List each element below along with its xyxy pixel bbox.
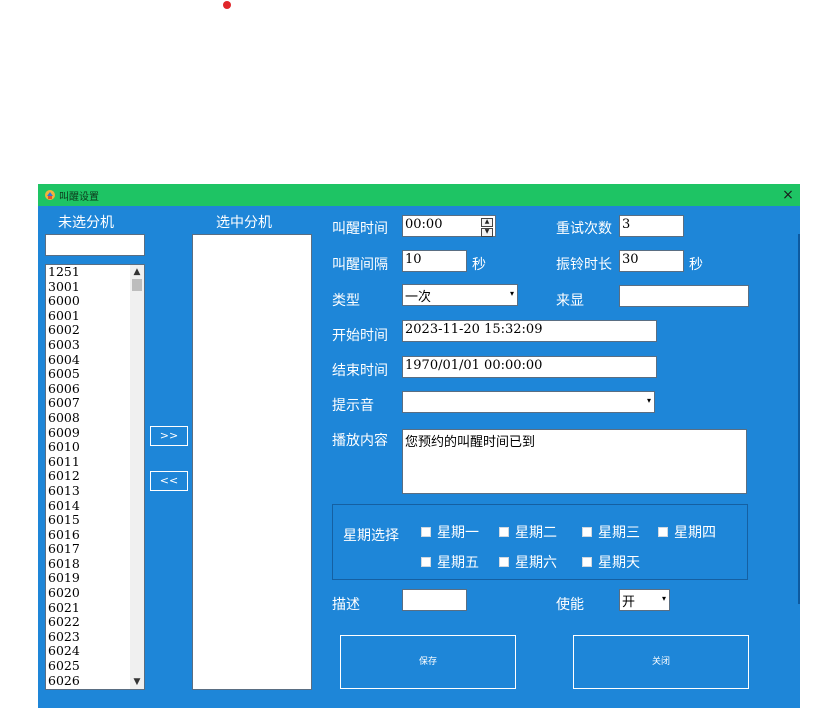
- type-select[interactable]: 一次 ▾: [402, 284, 518, 306]
- scroll-down-icon[interactable]: ▼: [130, 675, 144, 689]
- ring-duration-input[interactable]: 30: [619, 250, 684, 272]
- scroll-up-icon[interactable]: ▲: [130, 265, 144, 279]
- weekday-group: 星期选择 星期一 星期二 星期三 星期四 星期五 星期六 星期天: [332, 504, 748, 580]
- app-icon: [45, 190, 55, 200]
- wake-up-settings-window: 叫醒设置 × 未选分机 选中分机 1251 3001 6000 6001 6002 600…: [38, 184, 800, 708]
- weekday-checkbox-fri[interactable]: 星期五: [421, 552, 479, 572]
- list-item[interactable]: 1251: [48, 265, 80, 280]
- list-item[interactable]: 6009: [48, 425, 80, 441]
- list-item[interactable]: 6004: [48, 352, 80, 368]
- list-item[interactable]: 6018: [48, 556, 80, 572]
- list-item[interactable]: 6000: [48, 294, 80, 309]
- chevron-down-icon[interactable]: ▾: [662, 594, 666, 603]
- red-dot-marker: [223, 1, 231, 9]
- close-button[interactable]: 关闭: [573, 635, 749, 689]
- caller-id-input[interactable]: [619, 285, 749, 307]
- prompt-tone-select[interactable]: ▾: [402, 391, 655, 413]
- list-item[interactable]: 6024: [48, 644, 80, 659]
- weekday-select-label: 星期选择: [343, 528, 399, 544]
- weekday-checkbox-thu[interactable]: 星期四: [658, 522, 716, 542]
- caller-id-label: 来显: [556, 293, 584, 309]
- list-item[interactable]: 6010: [48, 440, 80, 455]
- ring-unit: 秒: [689, 257, 703, 273]
- window-title: 叫醒设置: [59, 192, 99, 203]
- retry-count-input[interactable]: 3: [619, 215, 684, 237]
- ring-duration-label: 振铃时长: [556, 257, 612, 273]
- list-item[interactable]: 6002: [48, 323, 80, 338]
- chevron-down-icon[interactable]: ▾: [647, 396, 651, 405]
- list-item[interactable]: 6020: [48, 585, 80, 601]
- list-item[interactable]: 6019: [48, 571, 80, 586]
- list-item[interactable]: 6011: [48, 454, 80, 470]
- weekday-checkbox-mon[interactable]: 星期一: [421, 522, 479, 542]
- save-button[interactable]: 保存: [340, 635, 516, 689]
- end-time-input[interactable]: 1970/01/01 00:00:00: [402, 356, 657, 378]
- list-item[interactable]: 6013: [48, 483, 80, 499]
- extension-items: 1251 3001 6000 6001 6002 6003 6004 6005 6006 6007…: [48, 265, 80, 688]
- weekday-checkbox-sat[interactable]: 星期六: [499, 552, 557, 572]
- list-item[interactable]: 3001: [48, 279, 80, 295]
- selected-extensions-header: 选中分机: [216, 215, 272, 231]
- enable-select[interactable]: 开 ▾: [619, 589, 670, 611]
- retry-count-label: 重试次数: [556, 221, 612, 237]
- time-spinner[interactable]: ▲ ▼: [481, 218, 493, 237]
- list-item[interactable]: 6001: [48, 308, 80, 324]
- start-time-input[interactable]: 2023-11-20 15:32:09: [402, 320, 657, 342]
- list-item[interactable]: 6008: [48, 410, 80, 426]
- list-item[interactable]: 6003: [48, 337, 80, 353]
- list-item[interactable]: 6014: [48, 498, 80, 514]
- list-item[interactable]: 6017: [48, 542, 80, 557]
- list-item[interactable]: 6007: [48, 396, 80, 411]
- list-item[interactable]: 6021: [48, 600, 80, 616]
- end-time-label: 结束时间: [332, 363, 388, 379]
- wake-time-label: 叫醒时间: [332, 221, 388, 237]
- list-item[interactable]: 6005: [48, 367, 80, 382]
- wake-interval-input[interactable]: 10: [402, 250, 467, 272]
- list-item[interactable]: 6012: [48, 469, 80, 484]
- list-item[interactable]: 6025: [48, 658, 80, 674]
- weekday-checkbox-wed[interactable]: 星期三: [582, 522, 640, 542]
- list-item[interactable]: 6022: [48, 615, 80, 630]
- unselected-extensions-list[interactable]: 1251 3001 6000 6001 6002 6003 6004 6005 6006 6007…: [45, 264, 145, 690]
- wake-interval-label: 叫醒间隔: [332, 257, 388, 273]
- list-item[interactable]: 6023: [48, 629, 80, 645]
- unselected-extensions-header: 未选分机: [58, 215, 114, 231]
- list-item[interactable]: 6026: [48, 673, 80, 689]
- description-label: 描述: [332, 597, 360, 613]
- wake-time-input[interactable]: 00:00 ▲ ▼: [402, 215, 496, 237]
- extension-search-input[interactable]: [45, 234, 145, 256]
- play-content-textarea[interactable]: 您预约的叫醒时间已到: [402, 429, 747, 494]
- spin-up-icon[interactable]: ▲: [481, 218, 493, 227]
- remove-extension-button[interactable]: <<: [150, 471, 188, 491]
- description-input[interactable]: [402, 589, 467, 611]
- type-label: 类型: [332, 293, 360, 309]
- enable-label: 使能: [556, 597, 584, 613]
- chevron-down-icon[interactable]: ▾: [510, 289, 514, 298]
- spin-down-icon[interactable]: ▼: [481, 228, 493, 237]
- interval-unit: 秒: [472, 257, 486, 273]
- window-edge: [798, 234, 800, 604]
- selected-extensions-list[interactable]: [192, 234, 312, 690]
- add-extension-button[interactable]: >>: [150, 426, 188, 446]
- start-time-label: 开始时间: [332, 328, 388, 344]
- weekday-checkbox-tue[interactable]: 星期二: [499, 522, 557, 542]
- list-item[interactable]: 6016: [48, 527, 80, 543]
- close-icon[interactable]: ×: [779, 185, 797, 205]
- play-content-label: 播放内容: [332, 433, 388, 449]
- weekday-checkbox-sun[interactable]: 星期天: [582, 552, 640, 572]
- list-scrollbar[interactable]: ▲ ▼: [130, 265, 144, 689]
- scroll-thumb[interactable]: [132, 279, 142, 291]
- prompt-tone-label: 提示音: [332, 398, 374, 414]
- list-item[interactable]: 6015: [48, 512, 80, 528]
- title-bar: 叫醒设置 ×: [38, 184, 800, 206]
- list-item[interactable]: 6006: [48, 381, 80, 397]
